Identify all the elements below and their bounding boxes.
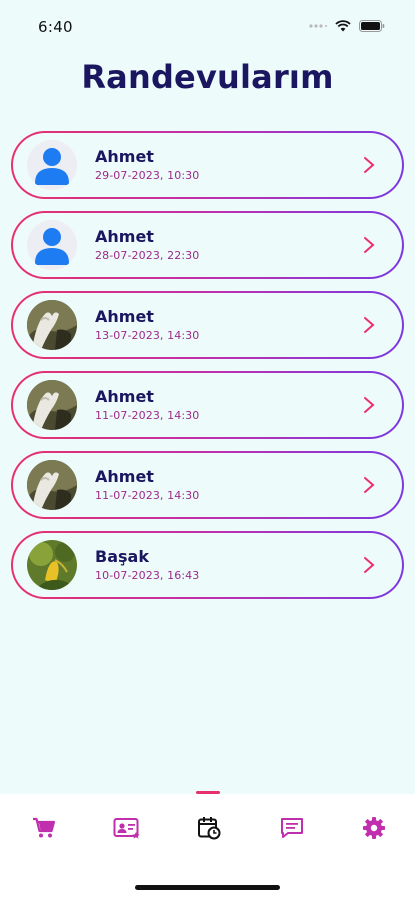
default-avatar-icon bbox=[27, 140, 77, 190]
avatar-photo bbox=[27, 540, 77, 590]
cart-icon bbox=[33, 817, 56, 838]
appointment-name: Ahmet bbox=[95, 467, 154, 486]
appointment-info: Ahmet 11-07-2023, 14:30 bbox=[95, 467, 200, 503]
appointment-name: Ahmet bbox=[95, 147, 154, 166]
avatar-photo bbox=[27, 300, 77, 350]
appointment-name: Ahmet bbox=[95, 387, 154, 406]
appointment-name: Başak bbox=[95, 547, 149, 566]
chevron-right-icon[interactable] bbox=[362, 476, 376, 494]
tab-contact[interactable] bbox=[113, 814, 141, 842]
chevron-right-icon[interactable] bbox=[362, 556, 376, 574]
appointments-icon bbox=[198, 817, 221, 840]
home-indicator[interactable] bbox=[135, 885, 280, 890]
appointment-card[interactable]: Başak 10-07-2023, 16:43 bbox=[11, 531, 404, 599]
appointment-info: Ahmet 29-07-2023, 10:30 bbox=[95, 147, 200, 183]
appointment-datetime: 11-07-2023, 14:30 bbox=[95, 409, 200, 422]
appointment-card-body[interactable]: Başak 10-07-2023, 16:43 bbox=[13, 533, 402, 597]
wifi-icon bbox=[335, 20, 351, 32]
status-icons bbox=[309, 20, 385, 32]
default-avatar-icon bbox=[27, 220, 77, 270]
appointment-datetime: 28-07-2023, 22:30 bbox=[95, 249, 200, 262]
tab-messages[interactable] bbox=[278, 814, 306, 842]
contact-card-icon bbox=[113, 818, 140, 839]
appointment-card[interactable]: Ahmet 11-07-2023, 14:30 bbox=[11, 371, 404, 439]
appointment-datetime: 13-07-2023, 14:30 bbox=[95, 329, 200, 342]
appointment-info: Ahmet 28-07-2023, 22:30 bbox=[95, 227, 200, 263]
avatar-photo bbox=[27, 460, 77, 510]
chevron-right-icon[interactable] bbox=[362, 396, 376, 414]
chevron-right-icon[interactable] bbox=[362, 236, 376, 254]
settings-icon bbox=[363, 817, 385, 839]
signal-icon bbox=[309, 24, 327, 28]
active-tab-indicator bbox=[196, 791, 220, 794]
appointment-datetime: 29-07-2023, 10:30 bbox=[95, 169, 200, 182]
appointment-card-body[interactable]: Ahmet 11-07-2023, 14:30 bbox=[13, 453, 402, 517]
tab-appointments[interactable] bbox=[195, 814, 223, 842]
messages-icon bbox=[280, 818, 303, 838]
battery-icon bbox=[359, 20, 385, 32]
status-bar: 6:40 bbox=[0, 0, 415, 52]
appointment-info: Ahmet 11-07-2023, 14:30 bbox=[95, 387, 200, 423]
appointment-datetime: 10-07-2023, 16:43 bbox=[95, 569, 200, 582]
appointment-card-body[interactable]: Ahmet 13-07-2023, 14:30 bbox=[13, 293, 402, 357]
appointment-card-body[interactable]: Ahmet 29-07-2023, 10:30 bbox=[13, 133, 402, 197]
tab-cart[interactable] bbox=[30, 814, 58, 842]
chevron-right-icon[interactable] bbox=[362, 316, 376, 334]
appointment-list: Ahmet 29-07-2023, 10:30 Ahmet 28-07-2023… bbox=[11, 131, 404, 611]
appointment-card[interactable]: Ahmet 29-07-2023, 10:30 bbox=[11, 131, 404, 199]
appointment-datetime: 11-07-2023, 14:30 bbox=[95, 489, 200, 502]
appointment-name: Ahmet bbox=[95, 307, 154, 326]
avatar-photo bbox=[27, 380, 77, 430]
appointment-info: Ahmet 13-07-2023, 14:30 bbox=[95, 307, 200, 343]
appointment-card-body[interactable]: Ahmet 28-07-2023, 22:30 bbox=[13, 213, 402, 277]
appointment-card-body[interactable]: Ahmet 11-07-2023, 14:30 bbox=[13, 373, 402, 437]
appointment-card[interactable]: Ahmet 13-07-2023, 14:30 bbox=[11, 291, 404, 359]
chevron-right-icon[interactable] bbox=[362, 156, 376, 174]
bottom-nav-tabs bbox=[0, 814, 415, 842]
status-time: 6:40 bbox=[38, 18, 73, 36]
page-title: Randevularım bbox=[81, 58, 334, 96]
tab-settings[interactable] bbox=[360, 814, 388, 842]
appointment-info: Başak 10-07-2023, 16:43 bbox=[95, 547, 200, 583]
appointment-card[interactable]: Ahmet 28-07-2023, 22:30 bbox=[11, 211, 404, 279]
appointment-card[interactable]: Ahmet 11-07-2023, 14:30 bbox=[11, 451, 404, 519]
appointment-name: Ahmet bbox=[95, 227, 154, 246]
